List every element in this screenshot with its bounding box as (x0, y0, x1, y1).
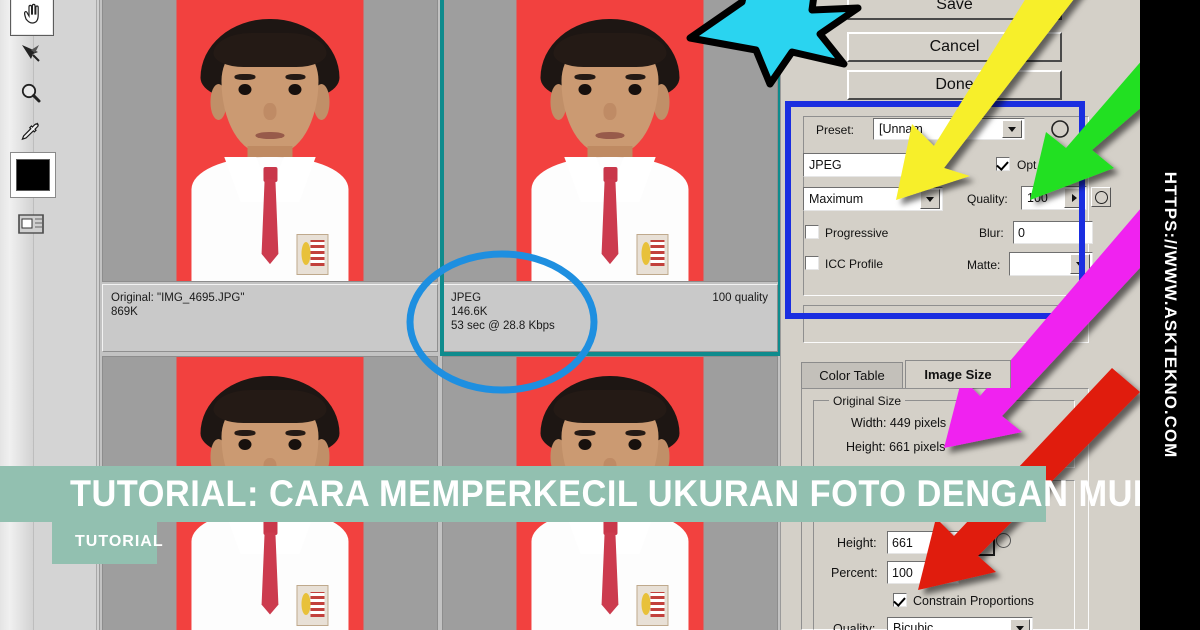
chevron-right-icon[interactable] (1064, 188, 1084, 208)
screenshot-root: Original: "IMG_4695.JPG" 869K JPEG 146.6… (0, 0, 1200, 630)
resample-quality-value: Bicubic (893, 621, 934, 630)
chevron-down-icon[interactable] (1010, 619, 1030, 630)
preset-options-icon[interactable] (1049, 118, 1071, 140)
optimized-quality-readout: 100 quality (712, 292, 768, 304)
hand-tool-icon[interactable] (10, 0, 54, 36)
page-title: TUTORIAL: CARA MEMPERKECIL UKURAN FOTO D… (70, 473, 1200, 514)
progressive-checkbox[interactable] (805, 225, 819, 239)
percent-label: Percent: (831, 566, 878, 580)
blur-label: Blur: (979, 226, 1004, 240)
quality-value: 100 (1027, 191, 1048, 205)
percent-value: 100 (892, 565, 913, 580)
percent-input[interactable]: 100 (887, 561, 959, 584)
format-value: JPEG (809, 158, 842, 172)
done-button[interactable]: Done (847, 70, 1062, 100)
page-subtitle: TUTORIAL (75, 533, 164, 550)
tab-image-size[interactable]: Image Size (905, 360, 1011, 388)
resample-quality-label: Quality: (833, 622, 876, 630)
icc-profile-label: ICC Profile (825, 257, 884, 271)
height-label: Height: (837, 536, 877, 550)
chevron-down-icon[interactable] (1070, 254, 1090, 274)
preset-label: Preset: (816, 123, 855, 137)
original-size-group-label: Original Size (829, 394, 906, 408)
blur-input[interactable]: 0 (1013, 221, 1093, 244)
tab-color-table[interactable]: Color Table (801, 362, 903, 388)
matte-dropdown[interactable] (1009, 252, 1093, 276)
photo-original (176, 0, 364, 281)
preview-original[interactable] (102, 0, 438, 282)
photo-optimized (516, 0, 704, 281)
chevron-down-icon[interactable] (920, 189, 940, 209)
resample-quality-dropdown[interactable]: Bicubic (887, 617, 1033, 630)
quality-label: Quality: (967, 192, 1008, 206)
quality-mask-button[interactable] (1091, 187, 1111, 207)
compression-dropdown[interactable]: Maximum (803, 187, 943, 211)
icc-profile-checkbox[interactable] (805, 256, 819, 270)
progressive-label: Progressive (825, 226, 889, 240)
height-input[interactable]: 661 (887, 531, 959, 554)
eyedropper-tool-icon[interactable] (10, 113, 52, 153)
slice-select-tool-icon[interactable] (10, 34, 52, 74)
toggle-slices-visibility-icon[interactable] (10, 204, 52, 244)
matte-label: Matte: (967, 258, 1001, 272)
original-size-groupbox (813, 400, 1075, 468)
foreground-color-swatch[interactable] (10, 152, 56, 198)
link-bracket-icon (971, 528, 995, 556)
chevron-down-icon[interactable] (920, 155, 940, 175)
watermark-url: HTTPS://WWW.ASKTEKNO.COM (1161, 171, 1180, 459)
zoom-tool-icon[interactable] (10, 74, 52, 114)
original-filename: Original: "IMG_4695.JPG" (111, 292, 245, 304)
preview-area: Original: "IMG_4695.JPG" 869K JPEG 146.6… (100, 0, 780, 630)
quality-stepper[interactable]: 100 (1021, 186, 1087, 210)
height-value: 661 (892, 535, 913, 550)
optimized-filesize: 146.6K (451, 306, 488, 318)
blur-value: 0 (1018, 225, 1025, 240)
compression-value: Maximum (809, 192, 864, 206)
preset-value: [Unnam (879, 122, 923, 136)
optimized-label: Opt ed (1017, 158, 1054, 172)
optimized-download-time: 53 sec @ 28.8 Kbps (451, 320, 555, 332)
settings-extra-panel (803, 305, 1089, 343)
optimized-info-bar: JPEG 146.6K 53 sec @ 28.8 Kbps 100 quali… (442, 284, 778, 352)
chevron-down-icon[interactable] (1002, 120, 1022, 138)
options-panel: Save Cancel Done Preset: [Unnam JPEG Opt… (780, 0, 1140, 630)
preset-dropdown[interactable]: [Unnam (873, 118, 1025, 140)
cancel-button[interactable]: Cancel (847, 32, 1062, 62)
preview-optimized[interactable] (442, 0, 778, 282)
watermark-bar: HTTPS://WWW.ASKTEKNO.COM (1140, 0, 1200, 630)
constrain-proportions-checkbox[interactable] (893, 593, 907, 607)
original-info-bar: Original: "IMG_4695.JPG" 869K (102, 284, 438, 352)
constrain-link-icon[interactable] (996, 533, 1011, 548)
original-height-text: Height: 661 pixels (846, 440, 946, 454)
original-width-text: Width: 449 pixels (851, 416, 947, 430)
save-button[interactable]: Save (847, 0, 1062, 20)
format-dropdown[interactable]: JPEG (803, 153, 943, 177)
constrain-proportions-label: Constrain Proportions (913, 594, 1034, 608)
optimized-checkbox[interactable] (996, 157, 1010, 171)
original-filesize: 869K (111, 306, 138, 318)
